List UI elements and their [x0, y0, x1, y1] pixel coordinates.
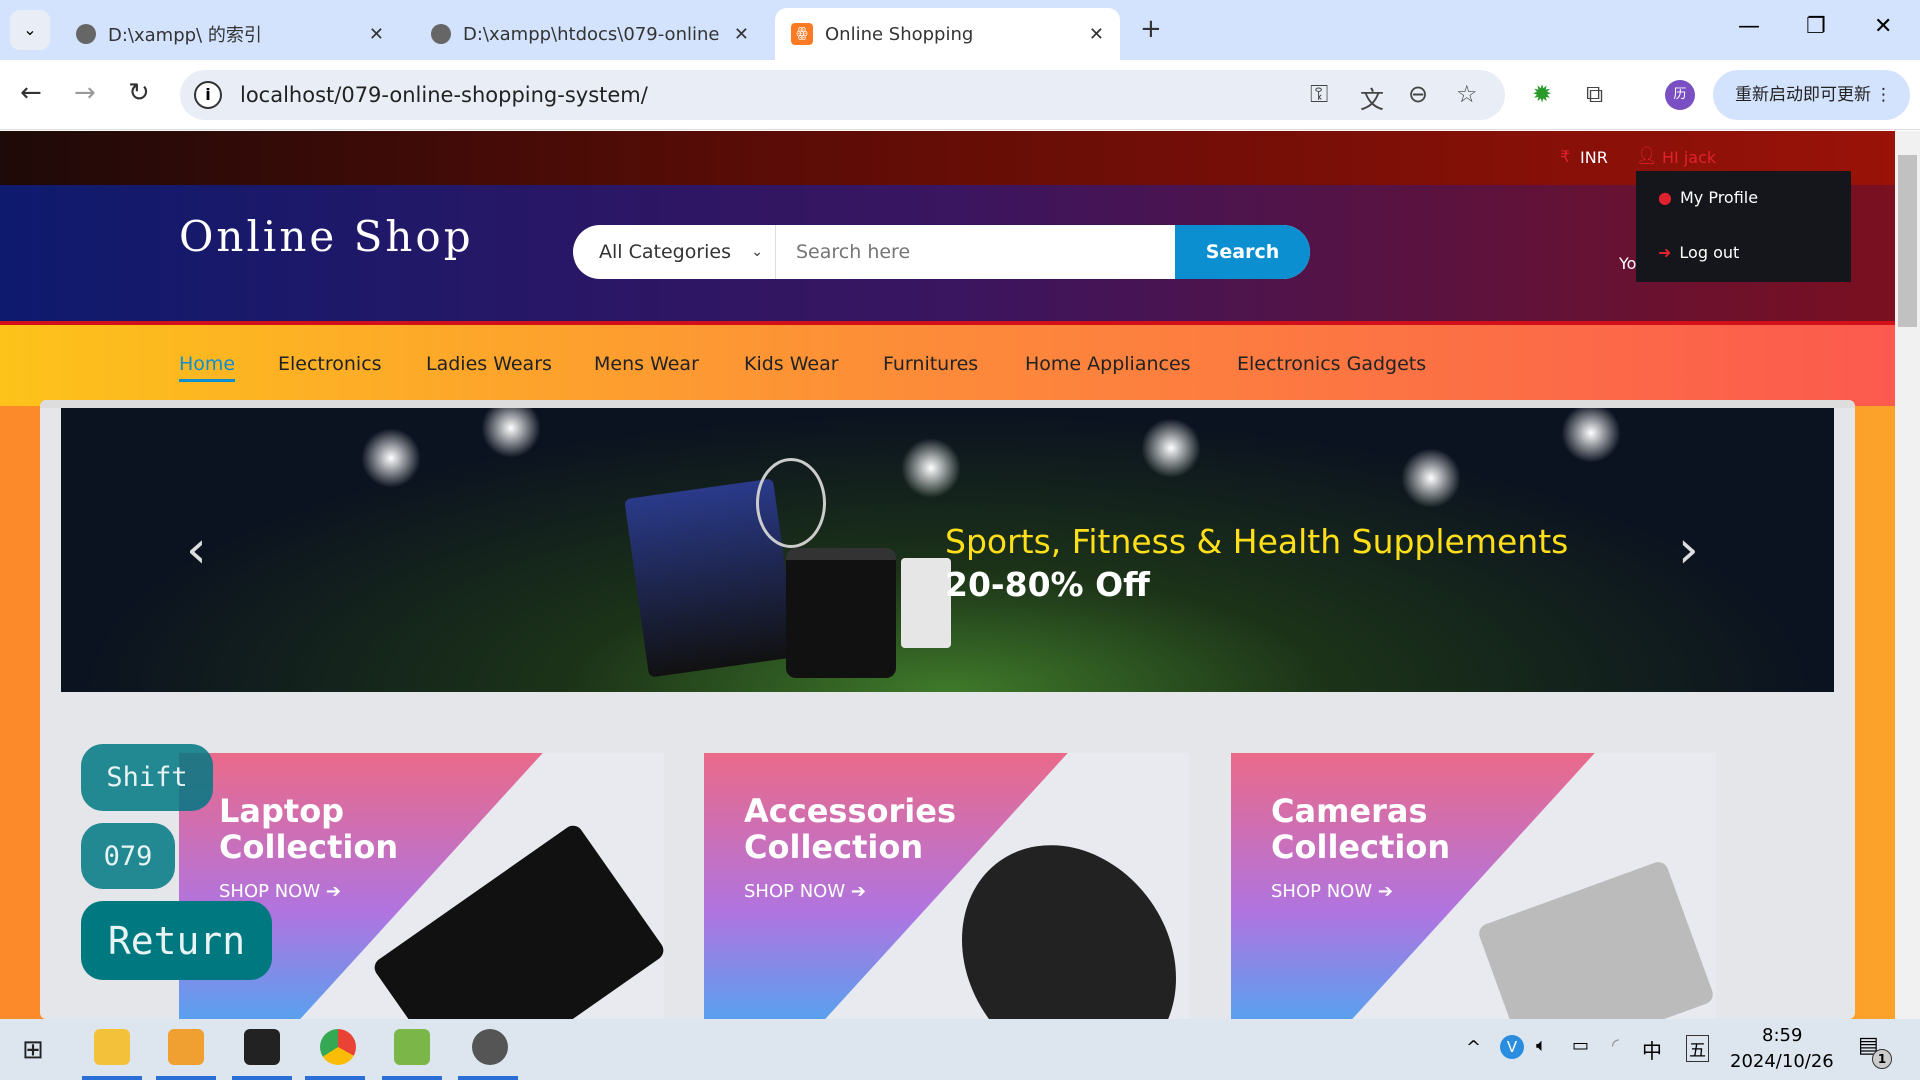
- arrow-circle-icon: ➔: [325, 881, 341, 902]
- tab-3-active[interactable]: ꙮ Online Shopping ✕: [775, 8, 1120, 60]
- url-text[interactable]: localhost/079-online-shopping-system/: [240, 83, 648, 107]
- user-circle-icon: ●: [1658, 188, 1672, 207]
- notepad-icon[interactable]: [394, 1029, 430, 1065]
- shop-now-link[interactable]: SHOP NOW ➔: [219, 881, 341, 902]
- address-bar[interactable]: i localhost/079-online-shopping-system/: [180, 70, 1505, 120]
- profile-avatar[interactable]: 历: [1665, 80, 1695, 110]
- tab-2[interactable]: D:\xampp\htdocs\079-online ✕: [415, 8, 765, 60]
- site-logo[interactable]: Online Shop: [179, 212, 474, 261]
- extension-gear-icon[interactable]: ✹: [1532, 80, 1552, 108]
- tray-chevron-icon[interactable]: ^: [1466, 1037, 1481, 1058]
- nav-furnitures[interactable]: Furnitures: [883, 353, 978, 375]
- windows-start-icon[interactable]: ⊞: [22, 1035, 44, 1065]
- nav-home[interactable]: Home: [179, 353, 236, 382]
- wifi-icon[interactable]: ◜: [1612, 1035, 1619, 1056]
- shop-now-link[interactable]: SHOP NOW ➔: [744, 881, 866, 902]
- my-profile-link[interactable]: ● My Profile: [1658, 188, 1758, 207]
- code-079-button[interactable]: 079: [81, 823, 175, 889]
- category-select[interactable]: All Categories ⌄: [573, 225, 776, 279]
- volume-icon[interactable]: 🔈︎: [1536, 1035, 1547, 1056]
- file-explorer-icon[interactable]: [94, 1029, 130, 1065]
- tab-1[interactable]: D:\xampp\ 的索引 ✕: [60, 8, 400, 60]
- chevron-down-icon: ⌄: [751, 244, 763, 260]
- terminal-icon[interactable]: [244, 1029, 280, 1065]
- reload-button[interactable]: ↻: [128, 78, 150, 108]
- search-input[interactable]: [776, 225, 1175, 279]
- close-tab-icon[interactable]: ✕: [734, 24, 749, 45]
- sign-out-icon: ➜: [1658, 243, 1672, 262]
- notification-count-badge: 1: [1872, 1049, 1892, 1069]
- site-top-bar: ₹ INR 👤︎ HI jack: [0, 131, 1895, 185]
- extensions-puzzle-icon[interactable]: ⧉: [1586, 80, 1603, 108]
- search-form: All Categories ⌄ Search: [573, 225, 1310, 279]
- arrow-circle-icon: ➔: [1377, 881, 1393, 902]
- clock-time[interactable]: 8:59: [1762, 1025, 1802, 1046]
- new-tab-button[interactable]: +: [1140, 14, 1162, 44]
- return-button[interactable]: Return: [81, 901, 272, 980]
- windows-taskbar: ⊞ ^ V 🔈︎ ▭ ◜ 中 五 8:59 2024/10/26 ▤ 1: [0, 1019, 1920, 1080]
- search-button[interactable]: Search: [1175, 225, 1310, 279]
- tab-search-button[interactable]: ⌄: [10, 10, 50, 50]
- globe-icon: [76, 24, 96, 44]
- collection-card-accessories[interactable]: Accessories Collection SHOP NOW ➔: [704, 753, 1189, 1019]
- nav-electronics-gadgets[interactable]: Electronics Gadgets: [1237, 353, 1426, 375]
- battery-icon[interactable]: ▭: [1572, 1035, 1589, 1056]
- browser-toolbar: ← → ↻ i localhost/079-online-shopping-sy…: [0, 60, 1920, 130]
- zoom-icon[interactable]: ⊖: [1408, 80, 1428, 108]
- translate-icon[interactable]: 文: [1360, 80, 1384, 115]
- bookmark-star-icon[interactable]: ☆: [1456, 80, 1478, 108]
- nav-mens-wear[interactable]: Mens Wear: [594, 353, 699, 375]
- account-menu[interactable]: HI jack: [1662, 148, 1716, 167]
- globe-icon: [431, 24, 451, 44]
- clock-date[interactable]: 2024/10/26: [1730, 1051, 1834, 1072]
- menu-dots-icon[interactable]: ⋮: [1875, 70, 1892, 120]
- update-button[interactable]: 重新启动即可更新 ⋮: [1713, 70, 1910, 120]
- shift-button[interactable]: Shift: [81, 744, 213, 811]
- back-button[interactable]: ←: [20, 78, 42, 108]
- scrollbar-thumb[interactable]: [1898, 155, 1917, 327]
- media-player-icon[interactable]: [168, 1029, 204, 1065]
- header-partial-text: Yo: [1619, 254, 1637, 273]
- minimize-button[interactable]: —: [1738, 14, 1760, 39]
- supplement-products-image: [624, 458, 956, 678]
- restore-button[interactable]: ❐: [1806, 14, 1826, 39]
- password-key-icon[interactable]: ⚿: [1310, 80, 1328, 108]
- nav-home-appliances[interactable]: Home Appliances: [1025, 353, 1191, 375]
- close-window-button[interactable]: ✕: [1874, 14, 1892, 39]
- ime-mode-indicator[interactable]: 五: [1686, 1035, 1709, 1062]
- close-tab-icon[interactable]: ✕: [1089, 24, 1104, 45]
- user-icon: 👤︎: [1636, 146, 1658, 166]
- recorder-icon[interactable]: [472, 1029, 508, 1065]
- arrow-circle-icon: ➔: [850, 881, 866, 902]
- browser-tab-bar: ⌄ D:\xampp\ 的索引 ✕ D:\xampp\htdocs\079-onl…: [0, 0, 1920, 60]
- ime-indicator[interactable]: 中: [1642, 1035, 1662, 1064]
- main-nav: Home Electronics Ladies Wears Mens Wear …: [0, 321, 1895, 406]
- nav-kids-wear[interactable]: Kids Wear: [744, 353, 839, 375]
- xampp-icon: ꙮ: [791, 23, 813, 45]
- chrome-icon[interactable]: [320, 1029, 356, 1065]
- carousel-next-arrow[interactable]: ›: [1678, 520, 1699, 580]
- nav-ladies-wears[interactable]: Ladies Wears: [426, 353, 552, 375]
- site-info-icon[interactable]: i: [194, 81, 222, 109]
- shop-now-link[interactable]: SHOP NOW ➔: [1271, 881, 1393, 902]
- banner-subtitle: 20-80% Off: [945, 565, 1150, 604]
- forward-button[interactable]: →: [74, 78, 96, 108]
- collection-card-cameras[interactable]: Cameras Collection SHOP NOW ➔: [1231, 753, 1716, 1019]
- currency-selector[interactable]: INR: [1580, 148, 1608, 167]
- account-dropdown: ● My Profile ➜ Log out: [1636, 171, 1851, 282]
- nav-electronics[interactable]: Electronics: [278, 353, 382, 375]
- rupee-icon: ₹: [1560, 147, 1571, 166]
- tray-v-icon[interactable]: V: [1500, 1035, 1524, 1059]
- banner-title: Sports, Fitness & Health Supplements: [945, 522, 1569, 561]
- logout-link[interactable]: ➜ Log out: [1658, 243, 1739, 262]
- carousel-prev-arrow[interactable]: ‹: [186, 520, 207, 580]
- close-tab-icon[interactable]: ✕: [369, 24, 384, 45]
